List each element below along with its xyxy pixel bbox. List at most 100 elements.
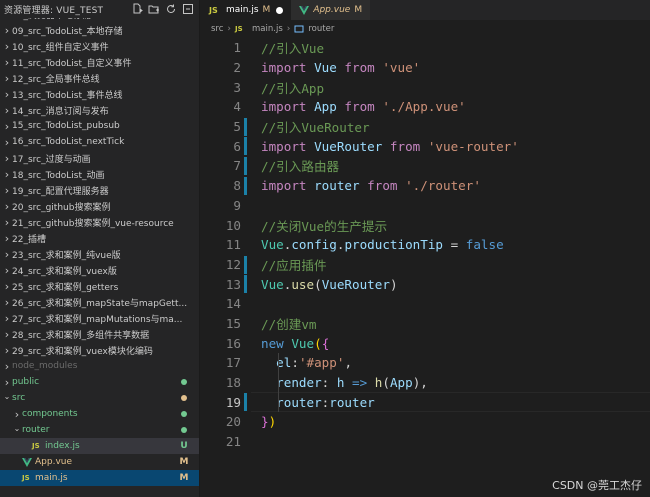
tree-folder[interactable]: › components	[0, 406, 199, 422]
code-token: new	[261, 335, 292, 351]
indent-guide	[278, 392, 279, 413]
collapse-all-icon[interactable]	[182, 3, 194, 15]
code-line[interactable]: 14	[201, 294, 650, 314]
code-token: :	[291, 355, 299, 371]
chevron-right-icon: ›	[14, 407, 20, 421]
tree-file[interactable]: JS index.js U	[0, 438, 199, 454]
chevron-right-icon: ›	[4, 215, 10, 229]
code-line[interactable]: 20})	[201, 412, 650, 432]
breadcrumb-item-file[interactable]: main.js	[252, 24, 283, 34]
tree-folder[interactable]: › 29_src_求和案例_vuex模块化编码	[0, 342, 199, 358]
code-token: 'vue-router'	[427, 138, 519, 154]
code-line[interactable]: 9	[201, 196, 650, 216]
code-line[interactable]: 3 //引入App	[201, 77, 650, 97]
line-number: 18	[225, 375, 241, 391]
tree-folder[interactable]: › public	[0, 374, 199, 390]
tree-folder[interactable]: › 09_src_TodoList_本地存储	[0, 22, 199, 38]
tree-folder[interactable]: › 15_src_TodoList_pubsub	[0, 118, 199, 134]
git-change-marker[interactable]	[244, 393, 247, 412]
tree-file[interactable]: App.vue M	[0, 454, 199, 470]
code-line[interactable]: 5 //引入VueRouter	[201, 117, 650, 137]
tree-folder[interactable]: › 27_src_求和案例_mapMutations与ma...	[0, 310, 199, 326]
code-line[interactable]: 21	[201, 432, 650, 452]
tree-folder[interactable]: › 18_src_TodoList_动画	[0, 166, 199, 182]
tree-folder[interactable]: › 25_src_求和案例_getters	[0, 278, 199, 294]
tree-folder[interactable]: › 22_插槽	[0, 230, 199, 246]
git-change-marker[interactable]	[244, 137, 247, 156]
code-line[interactable]: 17 el:'#app',	[201, 353, 650, 373]
new-folder-icon[interactable]	[148, 3, 160, 15]
code-line[interactable]: 7 //引入路由器	[201, 156, 650, 176]
js-file-icon: JS	[235, 25, 243, 33]
tree-folder[interactable]: › 14_src_消息订阅与发布	[0, 102, 199, 118]
tree-item-label: 16_src_TodoList_nextTick	[12, 137, 125, 147]
tree-folder[interactable]: ⌄ router	[0, 422, 199, 438]
tree-folder[interactable]: ⌄ src	[0, 390, 199, 406]
explorer-sidebar: ›08_浏览器本地存储›09_src_TodoList_本地存储›10_src_…	[0, 0, 200, 497]
tree-file[interactable]: JS main.js M	[0, 470, 199, 486]
code-editor[interactable]: 1//引入Vue 2 import Vue from 'vue' 3//引入App 4 i…	[201, 38, 650, 451]
breadcrumb-item-src[interactable]: src	[211, 24, 223, 34]
unsaved-dot-icon[interactable]	[276, 6, 284, 14]
code-token: (	[314, 335, 322, 351]
git-status-badge: M	[179, 457, 189, 467]
code-line[interactable]: 16 new Vue({	[201, 333, 650, 353]
code-content: })	[241, 414, 276, 429]
tree-folder[interactable]: › 16_src_TodoList_nextTick	[0, 134, 199, 150]
tree-item-label: App.vue	[35, 457, 73, 467]
tree-item-label: 15_src_TodoList_pubsub	[12, 121, 120, 131]
tree-folder[interactable]: › 10_src_组件自定义事件	[0, 38, 199, 54]
tab-app-vue[interactable]: App.vue M	[291, 0, 371, 20]
tree-item-label: 29_src_求和案例_vuex模块化编码	[12, 346, 153, 357]
code-token: VueRouter	[321, 276, 390, 292]
tree-folder[interactable]: › 21_src_github搜索案例_vue-resource	[0, 214, 199, 230]
code-line[interactable]: 6 import VueRouter from 'vue-router'	[201, 136, 650, 156]
git-change-marker[interactable]	[244, 117, 247, 136]
chevron-right-icon: ›	[4, 23, 10, 37]
tree-folder[interactable]: › 20_src_github搜索案例	[0, 198, 199, 214]
code-token: (	[382, 375, 390, 391]
code-token: use	[291, 276, 315, 292]
code-line[interactable]: 18 render: h => h(App),	[201, 372, 650, 393]
line-number: 10	[225, 217, 241, 233]
code-token: el	[261, 355, 292, 371]
code-content: //引入App	[241, 78, 324, 97]
code-line[interactable]: 15 //创建vm	[201, 314, 650, 334]
tree-folder[interactable]: › node_modules	[0, 358, 199, 374]
tree-folder[interactable]: › 19_src_配置代理服务器	[0, 182, 199, 198]
code-line[interactable]: 10 //关闭Vue的生产提示	[201, 215, 650, 235]
tree-folder[interactable]: › 13_src_TodoList_事件总线	[0, 86, 199, 102]
code-token: './router'	[405, 178, 481, 194]
tree-folder[interactable]: › 26_src_求和案例_mapState与mapGett...	[0, 294, 199, 310]
file-tree: ›08_浏览器本地存储›09_src_TodoList_本地存储›10_src_…	[0, 6, 199, 486]
tab-main-js[interactable]: JS main.js M	[201, 0, 292, 20]
new-file-icon[interactable]	[131, 3, 143, 15]
tree-item-label: 09_src_TodoList_本地存储	[12, 26, 123, 37]
git-change-marker[interactable]	[244, 176, 247, 195]
tree-item-label: 18_src_TodoList_动画	[12, 170, 105, 181]
tree-folder[interactable]: › 12_src_全局事件总线	[0, 70, 199, 86]
tree-item-label: node_modules	[12, 361, 78, 371]
code-token: }	[261, 414, 269, 430]
breadcrumb-item-symbol[interactable]: router	[308, 24, 334, 34]
git-change-marker[interactable]	[244, 275, 247, 294]
code-line[interactable]: 4 import App from './App.vue'	[201, 97, 650, 117]
explorer-header: 资源管理器: VUE_TEST	[0, 0, 199, 18]
code-line[interactable]: 8 import router from './router'	[201, 176, 650, 196]
code-line[interactable]: 11 Vue.config.productionTip = false	[201, 235, 650, 255]
tree-folder[interactable]: › 23_src_求和案例_纯vue版	[0, 246, 199, 262]
refresh-icon[interactable]	[165, 3, 177, 15]
tree-folder[interactable]: › 28_src_求和案例_多组件共享数据	[0, 326, 199, 342]
code-token: VueRouter	[314, 138, 390, 154]
tree-folder[interactable]: › 24_src_求和案例_vuex版	[0, 262, 199, 278]
code-line[interactable]: 13 Vue.use(VueRouter)	[201, 274, 650, 294]
code-line[interactable]: 19 router:router	[201, 392, 650, 413]
git-change-marker[interactable]	[244, 255, 247, 274]
tree-folder[interactable]: › 17_src_过度与动画	[0, 150, 199, 166]
chevron-right-icon: ›	[4, 199, 10, 213]
code-line[interactable]: 2 import Vue from 'vue'	[201, 58, 650, 78]
code-line[interactable]: 12 //应用插件	[201, 255, 650, 275]
code-line[interactable]: 1 //引入Vue	[201, 38, 650, 58]
tree-folder[interactable]: › 11_src_TodoList_自定义事件	[0, 54, 199, 70]
git-change-marker[interactable]	[244, 157, 247, 176]
